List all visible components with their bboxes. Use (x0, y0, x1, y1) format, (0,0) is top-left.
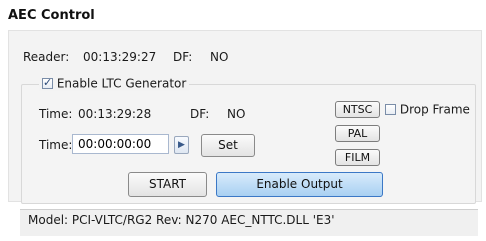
generator-df-value: NO (227, 107, 246, 121)
reader-df-label: DF: (173, 50, 193, 64)
checkbox-unchecked-icon[interactable] (385, 104, 396, 115)
pal-button[interactable]: PAL (335, 125, 380, 142)
ntsc-button[interactable]: NTSC (335, 101, 380, 118)
enable-output-button[interactable]: Enable Output (216, 172, 383, 197)
status-text: Model: PCI-VLTC/RG2 Rev: N270 AEC_NTTC.D… (28, 213, 335, 227)
time-input-label: Time: (39, 138, 73, 152)
drop-frame-label: Drop Frame (399, 102, 470, 117)
start-button[interactable]: START (128, 172, 207, 197)
generator-df-label: DF: (190, 107, 210, 121)
reader-df-value: NO (210, 50, 229, 64)
enable-ltc-generator-label: Enable LTC Generator (56, 76, 187, 91)
arrow-button[interactable]: ▶ (174, 136, 189, 154)
triangle-right-icon: ▶ (178, 140, 185, 150)
window-title: AEC Control (8, 8, 95, 23)
reader-time: 00:13:29:27 (83, 50, 157, 64)
generator-time-value: 00:13:29:28 (78, 107, 152, 121)
drop-frame-checkbox[interactable]: Drop Frame (385, 102, 470, 117)
set-button[interactable]: Set (201, 134, 255, 157)
time-input[interactable] (72, 134, 169, 154)
enable-ltc-generator-checkbox[interactable]: Enable LTC Generator (39, 76, 190, 91)
generator-time-label: Time: (39, 107, 73, 121)
reader-label: Reader: (23, 50, 70, 64)
checkbox-checked-icon[interactable] (42, 76, 53, 89)
film-button[interactable]: FILM (335, 149, 380, 166)
